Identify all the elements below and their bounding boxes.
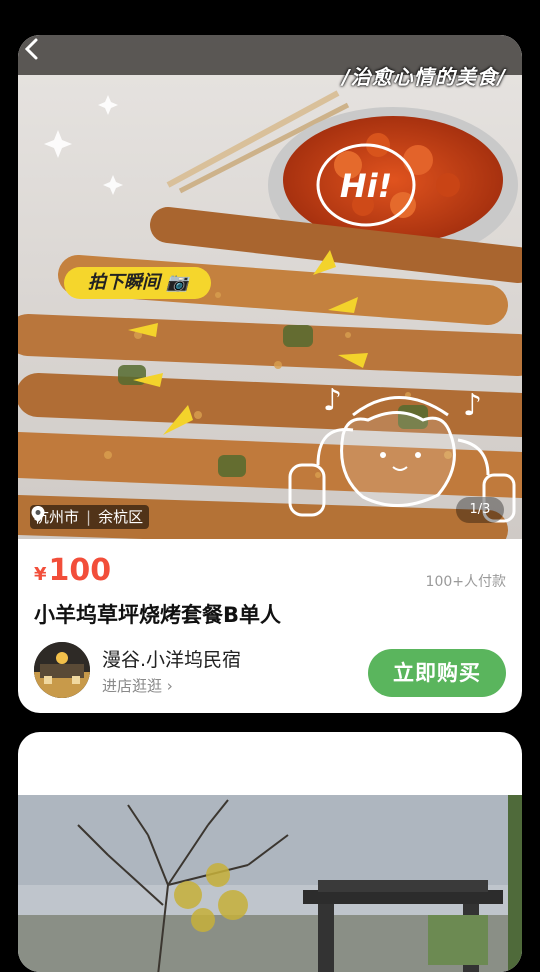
chevron-right-icon: › <box>166 677 173 695</box>
buy-now-button[interactable]: 立即购买 <box>368 649 506 697</box>
village-gate-image <box>18 795 522 972</box>
paid-count: 100+人付款 <box>425 574 506 590</box>
sticker-hi-text: Hi! <box>340 167 392 205</box>
location-separator: | <box>86 508 92 526</box>
shop-avatar[interactable] <box>34 642 90 698</box>
photo-tag: 拍下瞬间 📷 <box>64 267 211 299</box>
image-caption: /治愈心情的美食/ <box>342 65 506 89</box>
back-arrow-icon[interactable] <box>18 35 46 63</box>
svg-text:♪: ♪ <box>323 383 342 418</box>
price: ¥ 100 <box>34 553 111 588</box>
product-info: ¥ 100 100+人付款 小羊坞草坪烧烤套餐B单人 漫谷.小洋坞民宿 进店逛逛… <box>18 539 522 713</box>
location-pin-icon <box>31 506 45 522</box>
visit-shop-label: 进店逛逛 <box>102 677 163 695</box>
product-photo-2[interactable] <box>18 795 522 972</box>
visit-shop-link[interactable]: 进店逛逛 › <box>102 675 173 696</box>
price-currency: ¥ <box>34 564 47 585</box>
shop-avatar-image <box>34 642 90 698</box>
shop-name[interactable]: 漫谷.小洋坞民宿 <box>102 645 241 672</box>
product-title[interactable]: 小羊坞草坪烧烤套餐B单人 <box>34 599 281 629</box>
product-photo[interactable]: Hi! ♪ ♪ /治愈心情的美食/ 拍下瞬间 📷 杭州市 | 余杭区 1/3 <box>18 35 522 539</box>
location-badge: 杭州市 | 余杭区 <box>30 505 150 529</box>
location-district: 余杭区 <box>98 508 144 526</box>
photo-tag-label: 拍下瞬间 <box>88 272 160 293</box>
camera-icon: 📷 <box>166 272 189 293</box>
product-card[interactable]: Hi! ♪ ♪ /治愈心情的美食/ 拍下瞬间 📷 杭州市 | 余杭区 1/3 ¥… <box>18 35 522 713</box>
image-counter: 1/3 <box>456 497 504 523</box>
price-value: 100 <box>48 553 112 588</box>
svg-text:♪: ♪ <box>463 388 482 423</box>
product-card-2[interactable] <box>18 732 522 972</box>
